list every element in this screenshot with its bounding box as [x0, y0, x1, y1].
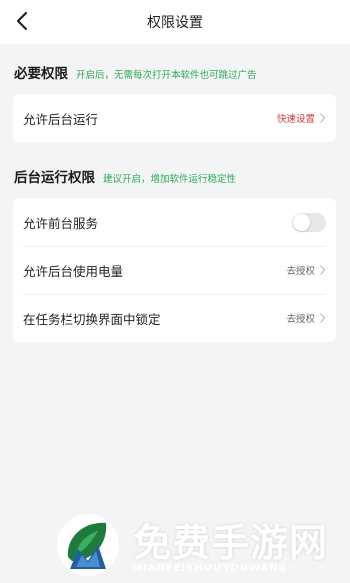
foreground-service-toggle[interactable] — [292, 212, 326, 232]
section-title: 必要权限 — [14, 66, 68, 82]
authorize-link[interactable]: 去授权 — [286, 311, 326, 325]
allow-background-run-row[interactable]: 允许后台运行 快速设置 — [13, 94, 336, 142]
section-hint: 开启后，无需每次打开本软件也可跳过广告 — [76, 70, 257, 81]
page-title: 权限设置 — [147, 15, 203, 31]
row-label: 允许后台运行 — [23, 111, 99, 127]
section-background-header: 后台运行权限 建议开启，增加软件运行稳定性 — [14, 166, 236, 188]
watermark-title: 免费手游网 — [133, 520, 329, 565]
navbar: 权限设置 — [0, 0, 350, 44]
toggle-knob — [293, 213, 310, 231]
row-action-text: 去授权 — [286, 314, 315, 325]
required-permissions-card: 允许后台运行 快速设置 — [13, 94, 336, 142]
watermark-subtitle: MIANFEISHOUYOUWANG — [132, 563, 288, 574]
row-label: 允许前台服务 — [23, 215, 99, 231]
row-label: 允许后台使用电量 — [23, 263, 124, 279]
row-action-text: 快速设置 — [276, 114, 315, 125]
authorize-link[interactable]: 去授权 — [286, 263, 326, 277]
chevron-right-icon — [320, 113, 326, 123]
section-title: 后台运行权限 — [14, 170, 95, 186]
allow-background-battery-row[interactable]: 允许后台使用电量 去授权 — [13, 246, 336, 294]
row-action-text: 去授权 — [286, 266, 315, 277]
site-watermark: 免费手游网 MIANFEISHOUYOUWANG — [0, 508, 350, 583]
lock-in-task-switcher-row[interactable]: 在任务栏切换界面中锁定 去授权 — [13, 294, 336, 342]
chevron-right-icon — [320, 313, 326, 323]
leaf-m-logo-icon — [57, 514, 119, 576]
quick-setup-link[interactable]: 快速设置 — [277, 111, 326, 125]
allow-foreground-service-row: 允许前台服务 — [13, 198, 336, 246]
row-label: 在任务栏切换界面中锁定 — [23, 311, 161, 327]
section-hint: 建议开启，增加软件运行稳定性 — [103, 174, 237, 185]
chevron-right-icon — [320, 265, 326, 275]
section-required-header: 必要权限 开启后，无需每次打开本软件也可跳过广告 — [14, 62, 257, 84]
background-permissions-card: 允许前台服务 允许后台使用电量 去授权 在任务栏切换界面中锁定 去授权 — [13, 198, 336, 342]
